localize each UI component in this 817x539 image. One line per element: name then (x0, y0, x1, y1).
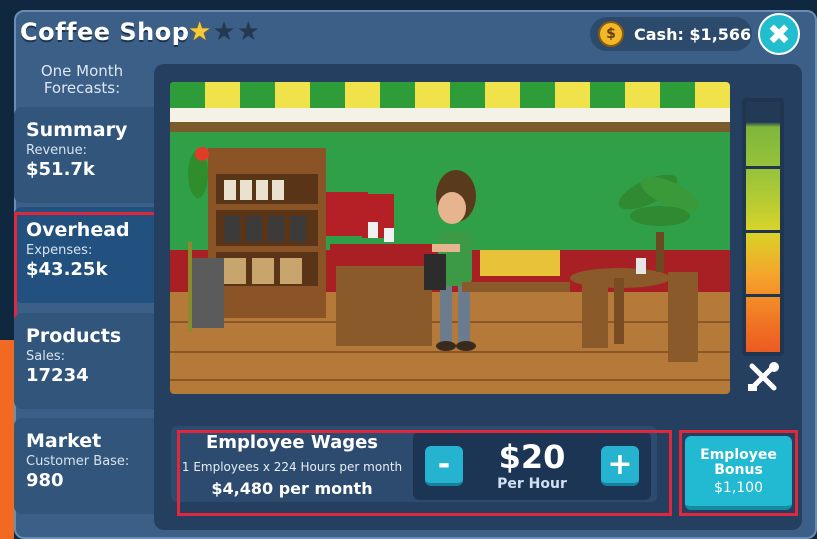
tab-market[interactable]: Market Customer Base: 980 (14, 418, 166, 514)
background-strip (0, 340, 14, 539)
coin-icon: $ (598, 21, 624, 47)
tab-title: Products (26, 325, 122, 347)
meter-tick (742, 230, 784, 233)
trash-can (192, 258, 224, 328)
cafe-chair (668, 272, 698, 362)
tab-summary[interactable]: Summary Revenue: $51.7k (14, 107, 166, 203)
awning (170, 82, 730, 122)
overhead-highlight (14, 212, 174, 320)
satisfaction-meter (742, 98, 784, 356)
shop-scene (170, 82, 730, 394)
star-empty-icon: ★ (236, 17, 260, 47)
sun-decor (480, 250, 560, 276)
tab-products[interactable]: Products Sales: 17234 (14, 313, 166, 409)
tab-sublabel: Revenue: (26, 143, 87, 158)
tab-sublabel: Customer Base: (26, 454, 130, 469)
tab-value: 17234 (26, 365, 89, 386)
espresso-machine (326, 192, 368, 236)
page-title: Coffee Shop (20, 18, 190, 46)
forecast-label: One Month Forecasts: (40, 62, 124, 97)
cash-display: $ Cash: $1,566 (590, 17, 752, 51)
rating-stars: ★ ★ ★ (188, 18, 260, 46)
meter-tick (742, 166, 784, 169)
star-empty-icon: ★ (212, 17, 236, 47)
bonus-highlight (679, 430, 798, 516)
tab-title: Market (26, 430, 102, 452)
wages-highlight (177, 430, 672, 516)
tab-value: 980 (26, 470, 64, 491)
tab-value: $51.7k (26, 159, 95, 180)
close-button[interactable]: ✖ (758, 13, 800, 55)
star-filled-icon: ★ (188, 17, 212, 47)
cash-label: Cash: $1,566 (634, 24, 752, 44)
bench (462, 282, 570, 292)
meter-tick (742, 294, 784, 297)
tools-icon[interactable] (746, 362, 780, 392)
parrot-perch (188, 242, 192, 332)
tab-title: Summary (26, 119, 128, 141)
tab-sublabel: Sales: (26, 349, 65, 364)
